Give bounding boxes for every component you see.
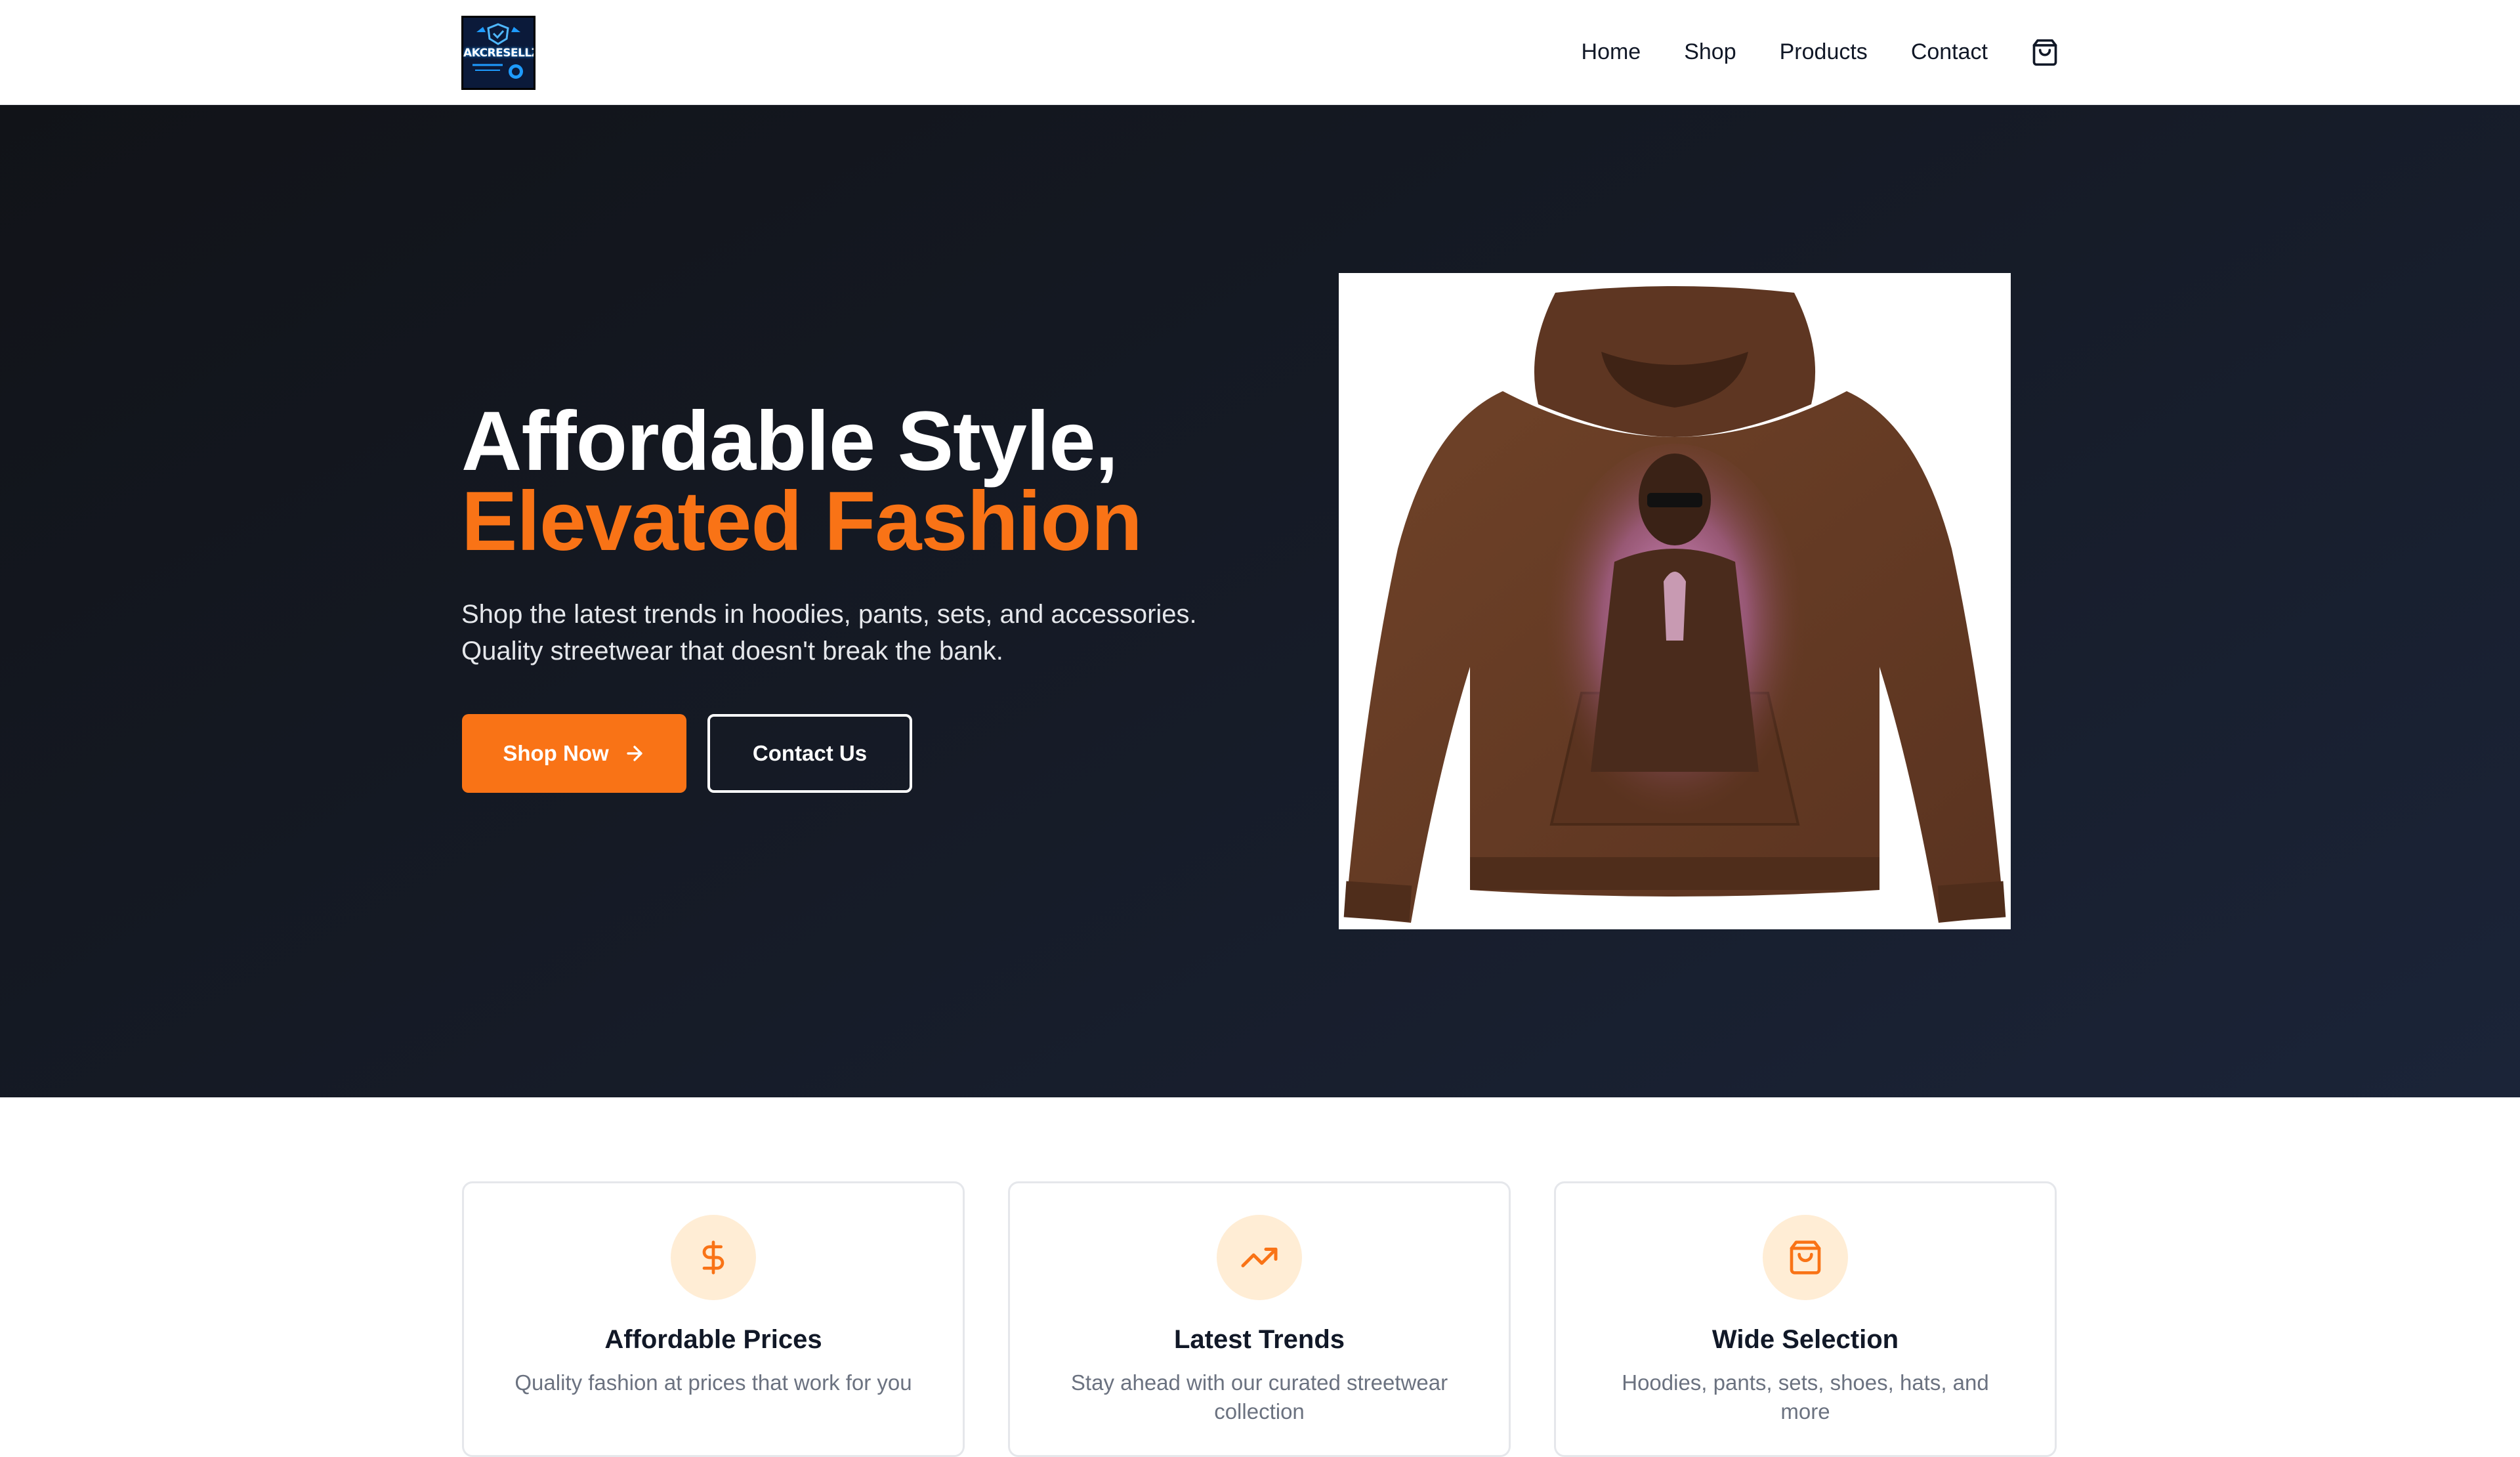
hero-product-image [1339, 273, 2011, 929]
nav-contact[interactable]: Contact [1911, 39, 1988, 65]
main-nav: Home Shop Products Contact [1582, 0, 2060, 104]
feature-card-wide-selection: Wide Selection Hoodies, pants, sets, sho… [1554, 1181, 2057, 1457]
site-header: AKCRESELLZ Home Shop Products Contact [0, 0, 2520, 106]
dollar-icon [671, 1215, 756, 1300]
shop-now-button[interactable]: Shop Now [462, 714, 686, 793]
cart-button[interactable] [2030, 37, 2060, 68]
feature-card-affordable-prices: Affordable Prices Quality fashion at pri… [462, 1181, 965, 1457]
features-section: Affordable Prices Quality fashion at pri… [0, 1097, 2520, 1457]
hero-title-line1: Affordable Style, [461, 394, 1118, 488]
feature-description: Quality fashion at prices that work for … [514, 1370, 912, 1395]
hoodie-illustration [1339, 273, 2011, 929]
logo-text: AKCRESELLZ [463, 47, 536, 60]
contact-us-button[interactable]: Contact Us [707, 714, 912, 793]
shopping-bag-icon [2032, 39, 2057, 66]
shopping-bag-icon [1763, 1215, 1848, 1300]
hero-section: Affordable Style, Elevated Fashion Shop … [0, 105, 2520, 1097]
feature-card-latest-trends: Latest Trends Stay ahead with our curate… [1008, 1181, 1511, 1457]
trending-up-icon [1217, 1215, 1302, 1300]
brand-logo[interactable]: AKCRESELLZ [461, 16, 536, 90]
hero-subtitle: Shop the latest trends in hoodies, pants… [461, 600, 1197, 665]
arrow-right-icon [623, 742, 646, 765]
hero-title: Affordable Style, Elevated Fashion [461, 394, 1143, 568]
feature-title: Wide Selection [1712, 1325, 1899, 1354]
feature-title: Affordable Prices [604, 1325, 822, 1354]
contact-us-label: Contact Us [752, 741, 868, 765]
hero-title-highlight: Elevated Fashion [461, 475, 1143, 568]
shop-now-label: Shop Now [503, 741, 609, 765]
feature-title: Latest Trends [1173, 1325, 1345, 1354]
nav-home[interactable]: Home [1582, 39, 1641, 65]
nav-shop[interactable]: Shop [1684, 39, 1736, 65]
nav-products[interactable]: Products [1780, 39, 1868, 65]
